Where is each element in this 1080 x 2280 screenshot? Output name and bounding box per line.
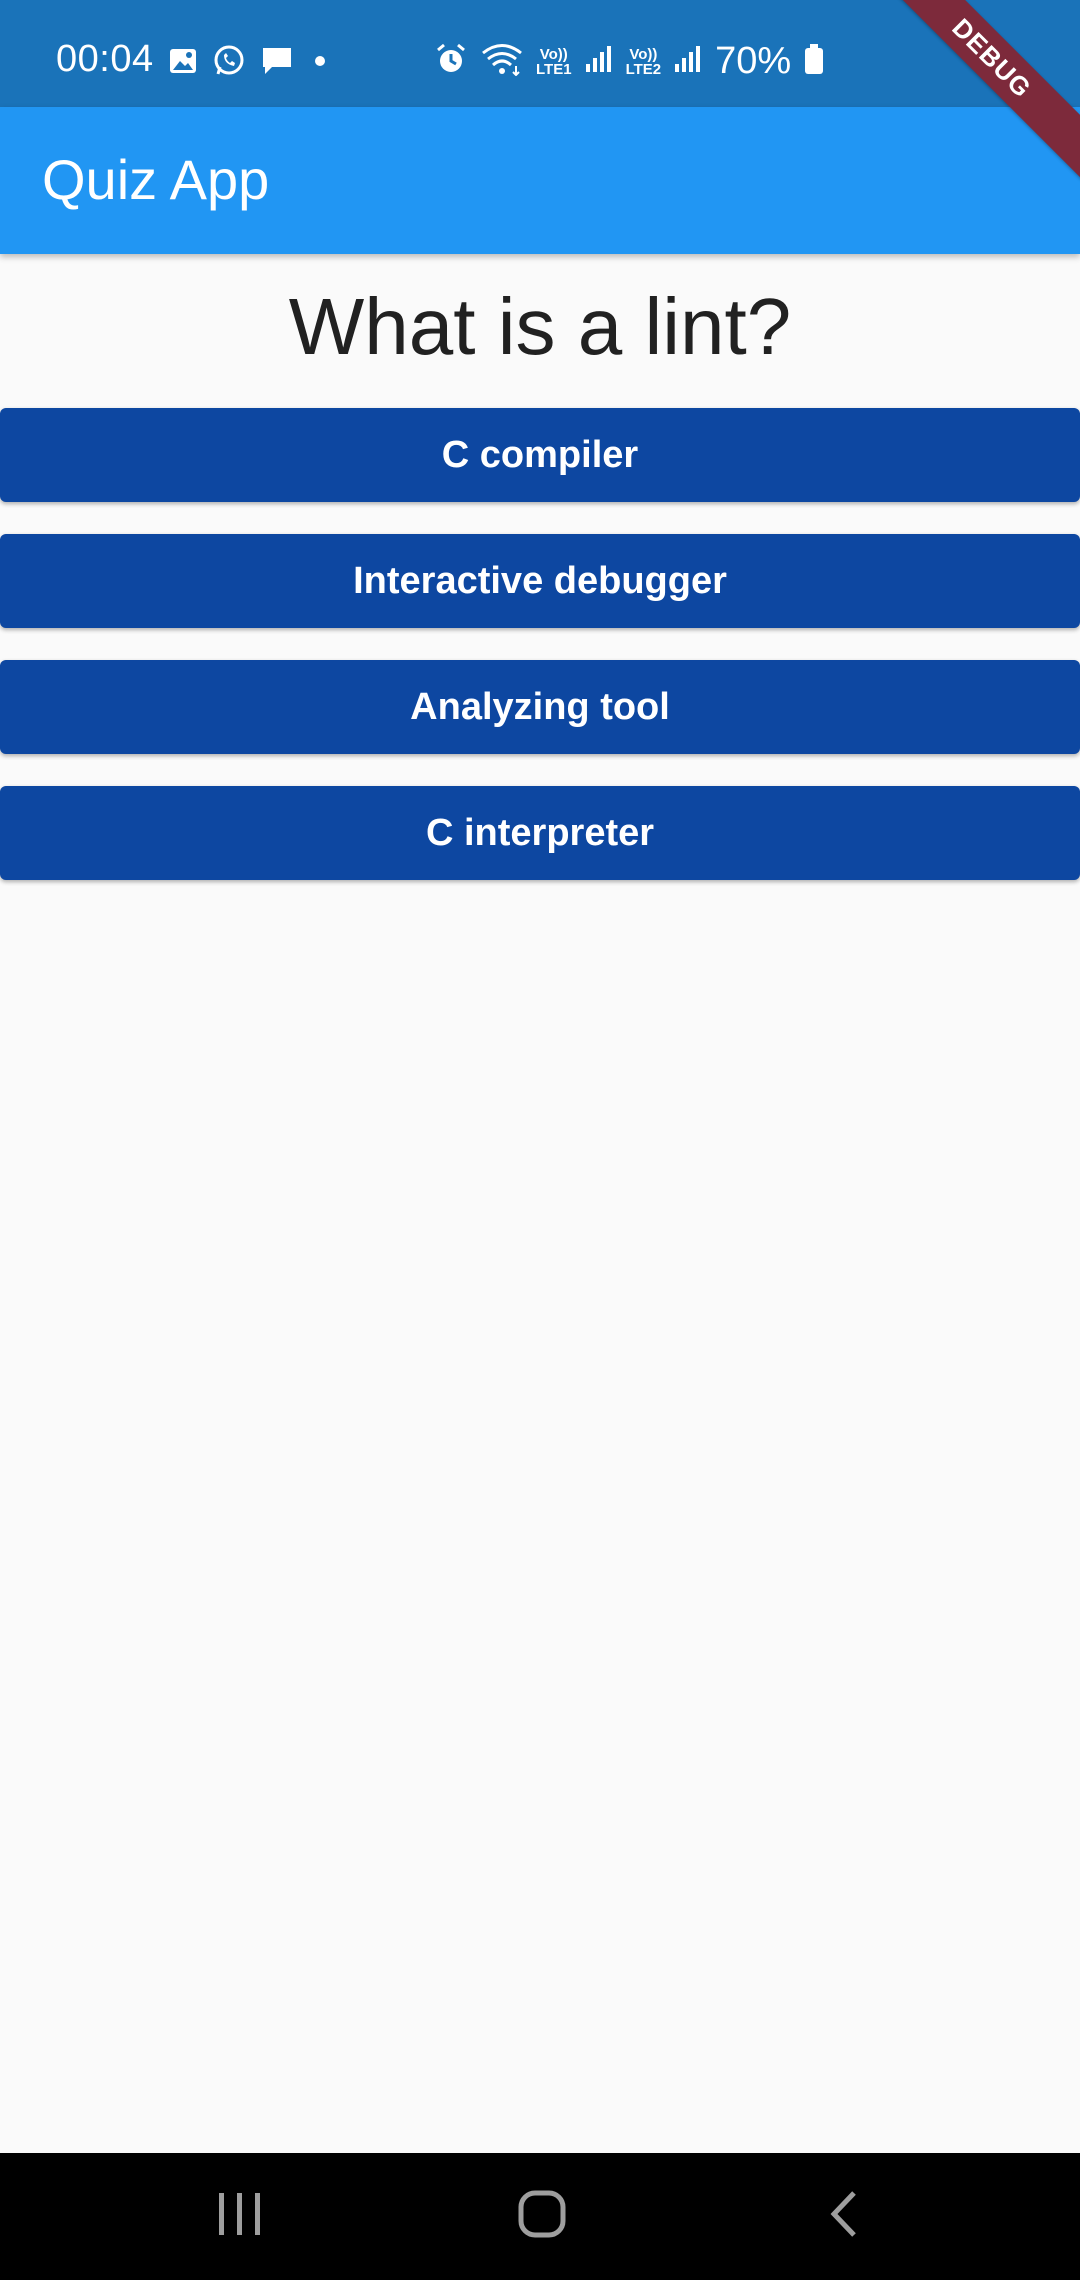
battery-icon — [803, 43, 825, 80]
dot-icon — [308, 49, 332, 78]
lte2-bottom: LTE2 — [625, 60, 662, 78]
answer-button[interactable]: Analyzing tool — [0, 660, 1080, 754]
recent-apps-button[interactable] — [160, 2153, 320, 2280]
notification-icons — [168, 44, 332, 83]
answer-list: C compiler Interactive debugger Analyzin… — [0, 408, 1080, 880]
signal-icon — [673, 44, 703, 79]
message-icon — [260, 45, 294, 82]
app-title: Quiz App — [42, 148, 270, 211]
answer-button[interactable]: C compiler — [0, 408, 1080, 502]
alarm-icon — [434, 42, 468, 81]
whatsapp-icon — [212, 44, 246, 83]
navigation-bar — [0, 2153, 1080, 2280]
image-icon — [168, 46, 198, 81]
lte1-bottom: LTE1 — [536, 60, 572, 78]
answer-button[interactable]: Interactive debugger — [0, 534, 1080, 628]
lte1-indicator: Vo)) LTE1 — [536, 47, 572, 77]
wifi-icon — [480, 42, 524, 81]
lte2-top: Vo)) — [629, 45, 658, 63]
home-icon — [517, 2189, 567, 2244]
back-button[interactable] — [764, 2153, 924, 2280]
quiz-content: What is a lint? C compiler Interactive d… — [0, 254, 1080, 912]
back-icon — [824, 2189, 864, 2244]
app-bar: Quiz App — [0, 107, 1080, 254]
question-text: What is a lint? — [288, 282, 792, 371]
home-button[interactable] — [462, 2153, 622, 2280]
lte2-indicator: Vo)) LTE2 — [626, 47, 662, 77]
signal-icon — [584, 44, 614, 79]
answer-button[interactable]: C interpreter — [0, 786, 1080, 880]
lte1-top: Vo)) — [539, 45, 568, 63]
battery-percent: 70% — [715, 40, 792, 82]
recent-apps-icon — [215, 2191, 265, 2242]
status-time: 00:04 — [56, 38, 154, 80]
status-right-icons: Vo)) LTE1 Vo)) LTE2 70% — [434, 40, 825, 83]
